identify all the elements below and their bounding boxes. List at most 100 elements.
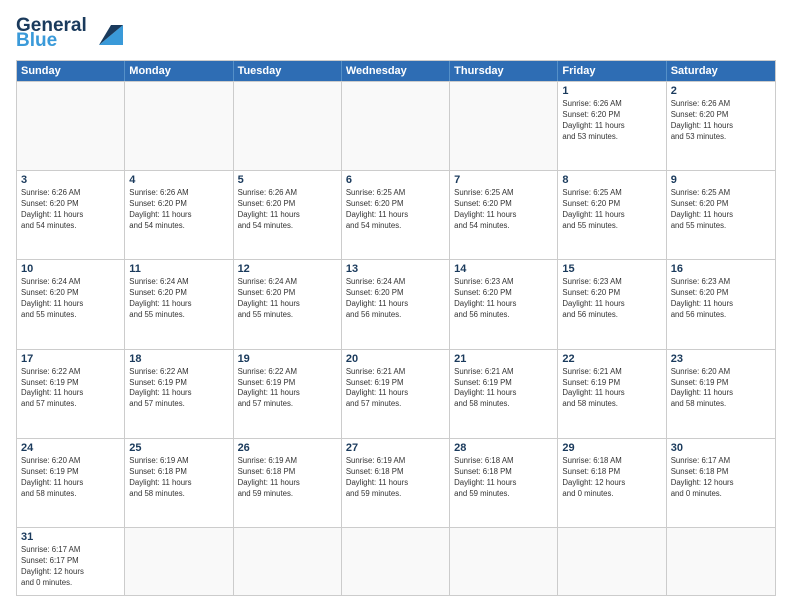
cell-info: Sunrise: 6:24 AM Sunset: 6:20 PM Dayligh…	[238, 277, 337, 321]
header-wednesday: Wednesday	[342, 61, 450, 81]
calendar-row-5: 31Sunrise: 6:17 AM Sunset: 6:17 PM Dayli…	[17, 527, 775, 595]
header-sunday: Sunday	[17, 61, 125, 81]
header-tuesday: Tuesday	[234, 61, 342, 81]
cal-cell-r5-c2	[234, 528, 342, 595]
cell-info: Sunrise: 6:25 AM Sunset: 6:20 PM Dayligh…	[671, 188, 771, 232]
day-number: 24	[21, 442, 120, 454]
calendar-body: 1Sunrise: 6:26 AM Sunset: 6:20 PM Daylig…	[17, 81, 775, 595]
cal-cell-r1-c0: 3Sunrise: 6:26 AM Sunset: 6:20 PM Daylig…	[17, 171, 125, 259]
cal-cell-r3-c6: 23Sunrise: 6:20 AM Sunset: 6:19 PM Dayli…	[667, 350, 775, 438]
cell-info: Sunrise: 6:22 AM Sunset: 6:19 PM Dayligh…	[238, 367, 337, 411]
cal-cell-r1-c5: 8 Sunrise: 6:25 AM Sunset: 6:20 PM Daylig…	[558, 171, 666, 259]
calendar-row-2: 10 Sunrise: 6:24 AM Sunset: 6:20 PM Dayli…	[17, 259, 775, 348]
cell-info: Sunrise: 6:24 AM Sunset: 6:20 PM Dayligh…	[21, 277, 120, 321]
cal-cell-r3-c5: 22 Sunrise: 6:21 AM Sunset: 6:19 PM Dayli…	[558, 350, 666, 438]
cell-info: Sunrise: 6:25 AM Sunset: 6:20 PM Dayligh…	[562, 188, 661, 232]
cal-cell-r4-c0: 24 Sunrise: 6:20 AM Sunset: 6:19 PM Dayli…	[17, 439, 125, 527]
cal-cell-r1-c3: 6 Sunrise: 6:25 AM Sunset: 6:20 PM Daylig…	[342, 171, 450, 259]
cal-cell-r3-c3: 20 Sunrise: 6:21 AM Sunset: 6:19 PM Dayli…	[342, 350, 450, 438]
cal-cell-r4-c4: 28 Sunrise: 6:18 AM Sunset: 6:18 PM Dayli…	[450, 439, 558, 527]
day-number: 9	[671, 174, 771, 186]
day-number: 15	[562, 263, 661, 275]
cell-info: Sunrise: 6:18 AM Sunset: 6:18 PM Dayligh…	[454, 456, 553, 500]
page: General Blue Sunday Monday Tuesday Wedne…	[0, 0, 792, 612]
cal-cell-r5-c4	[450, 528, 558, 595]
cal-cell-r0-c5: 1Sunrise: 6:26 AM Sunset: 6:20 PM Daylig…	[558, 82, 666, 170]
calendar-row-1: 3Sunrise: 6:26 AM Sunset: 6:20 PM Daylig…	[17, 170, 775, 259]
calendar: Sunday Monday Tuesday Wednesday Thursday…	[16, 60, 776, 596]
cal-cell-r3-c4: 21Sunrise: 6:21 AM Sunset: 6:19 PM Dayli…	[450, 350, 558, 438]
cal-cell-r1-c2: 5Sunrise: 6:26 AM Sunset: 6:20 PM Daylig…	[234, 171, 342, 259]
day-number: 4	[129, 174, 228, 186]
logo-blue: Blue	[16, 31, 87, 50]
calendar-row-4: 24 Sunrise: 6:20 AM Sunset: 6:19 PM Dayli…	[17, 438, 775, 527]
day-number: 18	[129, 353, 228, 365]
day-number: 23	[671, 353, 771, 365]
day-number: 31	[21, 531, 120, 543]
cal-cell-r5-c5	[558, 528, 666, 595]
calendar-header: Sunday Monday Tuesday Wednesday Thursday…	[17, 61, 775, 81]
header: General Blue	[16, 16, 776, 50]
cell-info: Sunrise: 6:22 AM Sunset: 6:19 PM Dayligh…	[129, 367, 228, 411]
day-number: 12	[238, 263, 337, 275]
cell-info: Sunrise: 6:18 AM Sunset: 6:18 PM Dayligh…	[562, 456, 661, 500]
cal-cell-r4-c2: 26 Sunrise: 6:19 AM Sunset: 6:18 PM Dayli…	[234, 439, 342, 527]
cell-info: Sunrise: 6:26 AM Sunset: 6:20 PM Dayligh…	[562, 99, 661, 143]
cal-cell-r4-c5: 29 Sunrise: 6:18 AM Sunset: 6:18 PM Dayli…	[558, 439, 666, 527]
cal-cell-r0-c1	[125, 82, 233, 170]
day-number: 27	[346, 442, 445, 454]
cell-info: Sunrise: 6:19 AM Sunset: 6:18 PM Dayligh…	[238, 456, 337, 500]
day-number: 8	[562, 174, 661, 186]
cell-info: Sunrise: 6:23 AM Sunset: 6:20 PM Dayligh…	[671, 277, 771, 321]
cal-cell-r2-c1: 11Sunrise: 6:24 AM Sunset: 6:20 PM Dayli…	[125, 260, 233, 348]
day-number: 22	[562, 353, 661, 365]
day-number: 6	[346, 174, 445, 186]
day-number: 29	[562, 442, 661, 454]
day-number: 28	[454, 442, 553, 454]
calendar-row-3: 17 Sunrise: 6:22 AM Sunset: 6:19 PM Dayli…	[17, 349, 775, 438]
day-number: 10	[21, 263, 120, 275]
cal-cell-r5-c6	[667, 528, 775, 595]
cell-info: Sunrise: 6:21 AM Sunset: 6:19 PM Dayligh…	[346, 367, 445, 411]
day-number: 21	[454, 353, 553, 365]
cal-cell-r5-c3	[342, 528, 450, 595]
cell-info: Sunrise: 6:25 AM Sunset: 6:20 PM Dayligh…	[454, 188, 553, 232]
cal-cell-r5-c0: 31Sunrise: 6:17 AM Sunset: 6:17 PM Dayli…	[17, 528, 125, 595]
cal-cell-r3-c0: 17 Sunrise: 6:22 AM Sunset: 6:19 PM Dayli…	[17, 350, 125, 438]
cell-info: Sunrise: 6:26 AM Sunset: 6:20 PM Dayligh…	[238, 188, 337, 232]
cell-info: Sunrise: 6:26 AM Sunset: 6:20 PM Dayligh…	[21, 188, 120, 232]
cell-info: Sunrise: 6:26 AM Sunset: 6:20 PM Dayligh…	[129, 188, 228, 232]
day-number: 20	[346, 353, 445, 365]
day-number: 19	[238, 353, 337, 365]
cal-cell-r2-c0: 10 Sunrise: 6:24 AM Sunset: 6:20 PM Dayli…	[17, 260, 125, 348]
day-number: 7	[454, 174, 553, 186]
logo: General Blue	[16, 16, 123, 50]
header-friday: Friday	[558, 61, 666, 81]
cal-cell-r2-c6: 16Sunrise: 6:23 AM Sunset: 6:20 PM Dayli…	[667, 260, 775, 348]
cell-info: Sunrise: 6:24 AM Sunset: 6:20 PM Dayligh…	[129, 277, 228, 321]
cal-cell-r3-c1: 18 Sunrise: 6:22 AM Sunset: 6:19 PM Dayli…	[125, 350, 233, 438]
cell-info: Sunrise: 6:20 AM Sunset: 6:19 PM Dayligh…	[21, 456, 120, 500]
cell-info: Sunrise: 6:21 AM Sunset: 6:19 PM Dayligh…	[562, 367, 661, 411]
day-number: 2	[671, 85, 771, 97]
day-number: 26	[238, 442, 337, 454]
cal-cell-r4-c6: 30Sunrise: 6:17 AM Sunset: 6:18 PM Dayli…	[667, 439, 775, 527]
cal-cell-r2-c4: 14Sunrise: 6:23 AM Sunset: 6:20 PM Dayli…	[450, 260, 558, 348]
cal-cell-r5-c1	[125, 528, 233, 595]
cell-info: Sunrise: 6:22 AM Sunset: 6:19 PM Dayligh…	[21, 367, 120, 411]
cal-cell-r0-c0	[17, 82, 125, 170]
cal-cell-r2-c2: 12 Sunrise: 6:24 AM Sunset: 6:20 PM Dayli…	[234, 260, 342, 348]
day-number: 25	[129, 442, 228, 454]
cal-cell-r3-c2: 19 Sunrise: 6:22 AM Sunset: 6:19 PM Dayli…	[234, 350, 342, 438]
cell-info: Sunrise: 6:23 AM Sunset: 6:20 PM Dayligh…	[562, 277, 661, 321]
cal-cell-r1-c6: 9 Sunrise: 6:25 AM Sunset: 6:20 PM Daylig…	[667, 171, 775, 259]
day-number: 30	[671, 442, 771, 454]
cell-info: Sunrise: 6:25 AM Sunset: 6:20 PM Dayligh…	[346, 188, 445, 232]
cal-cell-r1-c4: 7 Sunrise: 6:25 AM Sunset: 6:20 PM Daylig…	[450, 171, 558, 259]
cal-cell-r0-c4	[450, 82, 558, 170]
day-number: 17	[21, 353, 120, 365]
header-monday: Monday	[125, 61, 233, 81]
cal-cell-r4-c1: 25Sunrise: 6:19 AM Sunset: 6:18 PM Dayli…	[125, 439, 233, 527]
day-number: 13	[346, 263, 445, 275]
cell-info: Sunrise: 6:23 AM Sunset: 6:20 PM Dayligh…	[454, 277, 553, 321]
